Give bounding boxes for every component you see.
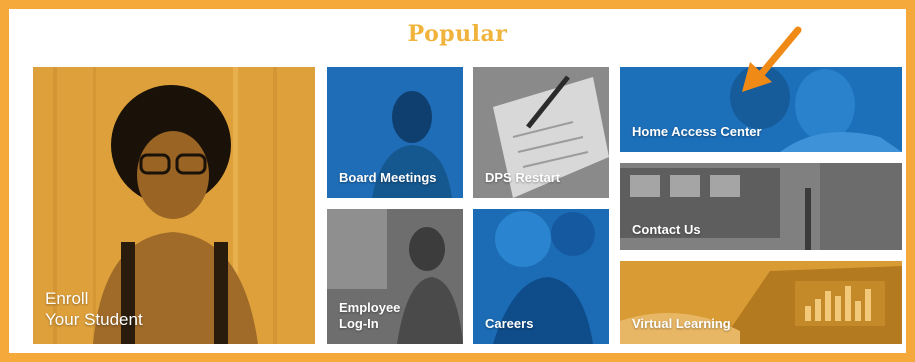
tile-careers[interactable]: Careers: [473, 209, 609, 344]
arrow-icon: [742, 26, 802, 92]
tile-employee-label-line2: Log-In: [339, 316, 379, 331]
tile-board-meetings-label: Board Meetings: [339, 170, 437, 185]
tile-careers-label: Careers: [485, 316, 534, 331]
tile-virtual-learning[interactable]: Virtual Learning: [620, 261, 902, 344]
tile-employee-log-in[interactable]: Employee Log-In: [327, 209, 463, 344]
tile-dps-restart[interactable]: DPS Restart: [473, 67, 609, 198]
tile-enroll-label-line2: Your Student: [45, 310, 143, 329]
tile-home-access-center-label: Home Access Center: [632, 124, 762, 139]
tile-dps-restart-label: DPS Restart: [485, 170, 561, 185]
tile-board-meetings[interactable]: Board Meetings: [327, 67, 463, 198]
tile-contact-us[interactable]: Contact Us: [620, 163, 902, 250]
tile-enroll-label-line1: Enroll: [45, 289, 89, 308]
tile-enroll-your-student[interactable]: Enroll Your Student: [33, 67, 315, 344]
tile-virtual-learning-label: Virtual Learning: [632, 316, 731, 331]
tile-contact-us-label: Contact Us: [632, 222, 701, 237]
tile-employee-label-line1: Employee: [339, 300, 401, 315]
